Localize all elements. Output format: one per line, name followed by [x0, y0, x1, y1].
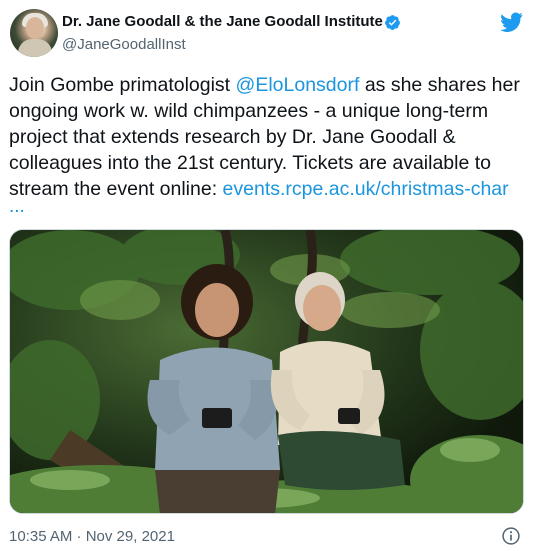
avatar-body [18, 39, 52, 57]
tweet-line: project that extends research by Dr. Jan… [9, 126, 456, 148]
tweet-line: colleagues into the 21st century. Ticket… [9, 152, 491, 174]
author-handle[interactable]: @JaneGoodallInst [62, 36, 186, 53]
event-url-link[interactable]: events.rcpe.ac.uk/christmas-char [223, 178, 509, 200]
tweet-photo[interactable] [9, 229, 524, 514]
avatar-face [26, 17, 44, 39]
tweet-text-segment: stream the event online: [9, 178, 223, 200]
author-avatar[interactable] [10, 9, 58, 57]
photo-illustration [10, 230, 523, 513]
tweet-text-segment: as she shares her [359, 74, 520, 96]
tweet-line: ongoing work w. wild chimpanzees - a uni… [9, 100, 489, 122]
tweet-timestamp[interactable]: 10:35 AM · Nov 29, 2021 [9, 528, 175, 545]
tweet-body: Join Gombe primatologist @EloLonsdorf as… [9, 72, 524, 202]
verified-badge-icon [385, 15, 400, 30]
author-name[interactable]: Dr. Jane Goodall & the Jane Goodall Inst… [62, 13, 383, 30]
show-more-ellipsis[interactable]: ... [9, 196, 25, 218]
mention-link[interactable]: @EloLonsdorf [236, 74, 360, 96]
tweet-line: stream the event online: events.rcpe.ac.… [9, 176, 524, 202]
info-icon[interactable] [501, 526, 521, 546]
tweet-text-segment: Join Gombe primatologist [9, 74, 236, 96]
twitter-bird-icon[interactable] [500, 12, 523, 32]
tweet-line: Join Gombe primatologist @EloLonsdorf as… [9, 72, 524, 98]
